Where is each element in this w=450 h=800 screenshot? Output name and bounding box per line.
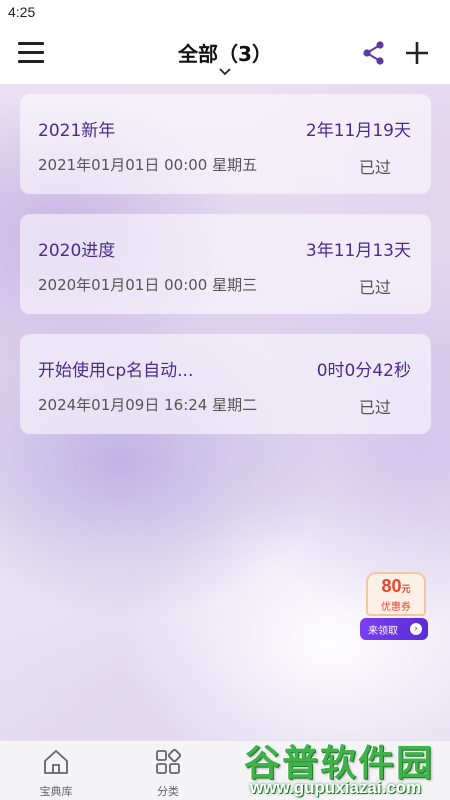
- event-duration: 3年11月13天: [305, 241, 411, 261]
- chevron-right-icon: ›: [410, 623, 422, 635]
- share-icon[interactable]: [362, 40, 386, 66]
- event-name: 开始使用cp名自动...: [38, 361, 194, 381]
- nav-label: 宝典库: [39, 785, 73, 798]
- title-text: 全部: [178, 42, 219, 66]
- nav-label: 分类: [157, 785, 179, 798]
- event-status: 已过: [358, 398, 391, 417]
- watermark-url: www.gupuxiazai.com: [250, 778, 422, 797]
- event-duration: 0时0分42秒: [316, 361, 411, 381]
- coupon-action: 来领取: [368, 626, 398, 637]
- event-name: 2021新年: [38, 121, 116, 141]
- home-icon: [44, 750, 68, 774]
- menu-icon[interactable]: [18, 42, 44, 64]
- coupon-amount: 80元: [368, 576, 424, 597]
- watermark: 谷普软件园 www.gupuxiazai.com: [244, 734, 450, 800]
- coupon-claim-button[interactable]: 来领取 ›: [360, 618, 428, 640]
- event-name: 2020进度: [38, 241, 116, 261]
- event-card[interactable]: 2021新年 2年11月19天 2021年01月01日 00:00 星期五 已过: [20, 94, 431, 194]
- nav-item-category[interactable]: 分类: [128, 741, 208, 800]
- event-card[interactable]: 开始使用cp名自动... 0时0分42秒 2024年01月09日 16:24 星…: [20, 334, 431, 434]
- app-bar: 全部（3）: [0, 26, 450, 84]
- status-time: 4:25: [8, 4, 36, 20]
- category-selector[interactable]: 全部（3）: [150, 38, 300, 76]
- event-status: 已过: [358, 278, 391, 297]
- coupon-label: 优惠券: [381, 602, 411, 613]
- event-card[interactable]: 2020进度 3年11月13天 2020年01月01日 00:00 星期三 已过: [20, 214, 431, 314]
- status-bar: 4:25: [0, 0, 450, 26]
- chevron-down-icon: [219, 68, 231, 76]
- grid-icon: [156, 748, 182, 774]
- event-date: 2020年01月01日 00:00 星期三: [38, 276, 258, 294]
- event-date: 2024年01月09日 16:24 星期二: [38, 396, 258, 414]
- event-date: 2021年01月01日 00:00 星期五: [38, 156, 258, 174]
- coupon-ticket: 80元 优惠券: [366, 572, 426, 616]
- event-status: 已过: [358, 158, 391, 177]
- nav-item-library[interactable]: 宝典库: [16, 741, 96, 800]
- coupon-unit: 元: [401, 584, 411, 594]
- coupon-amount-value: 80: [381, 576, 402, 596]
- title-count: （3）: [218, 42, 272, 66]
- event-duration: 2年11月19天: [305, 121, 411, 141]
- page-title: 全部（3）: [178, 42, 272, 66]
- coupon-badge[interactable]: 80元 优惠券 来领取 ›: [360, 572, 432, 644]
- add-icon[interactable]: [404, 40, 430, 66]
